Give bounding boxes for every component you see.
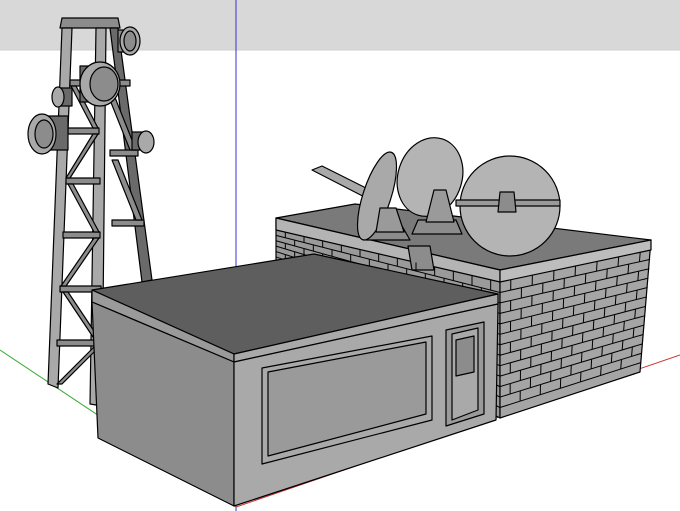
brick-joint (616, 276, 618, 286)
tower-dish-right (131, 130, 155, 154)
tower-dish-large (79, 61, 121, 107)
tower-dish-small-left (51, 86, 73, 108)
brick-joint (594, 280, 597, 291)
brick-joint (610, 352, 613, 363)
tower-cap (59, 17, 121, 29)
3d-scene[interactable] (0, 0, 680, 511)
brick-joint (614, 295, 617, 305)
door-window (455, 335, 475, 377)
brick-joint (612, 333, 614, 344)
brick-joint (593, 300, 596, 311)
brick-joint (604, 288, 607, 298)
dish-right-hub (497, 191, 517, 213)
tower-dish-top (117, 26, 141, 56)
brick-joint (602, 326, 605, 337)
brick-joint (613, 314, 616, 325)
brick-joint (601, 346, 603, 357)
tower-dish-left (27, 113, 69, 155)
brick-joint (591, 339, 594, 350)
brick-joint (600, 365, 602, 376)
brick-joint (617, 256, 620, 267)
brick-joint (606, 268, 608, 279)
roof-conduit (407, 245, 435, 271)
brick-joint (592, 320, 595, 330)
brick-joint (590, 359, 593, 369)
brick-joint (603, 307, 606, 318)
brick-joint (596, 261, 598, 272)
sketchup-viewport[interactable] (0, 0, 680, 511)
